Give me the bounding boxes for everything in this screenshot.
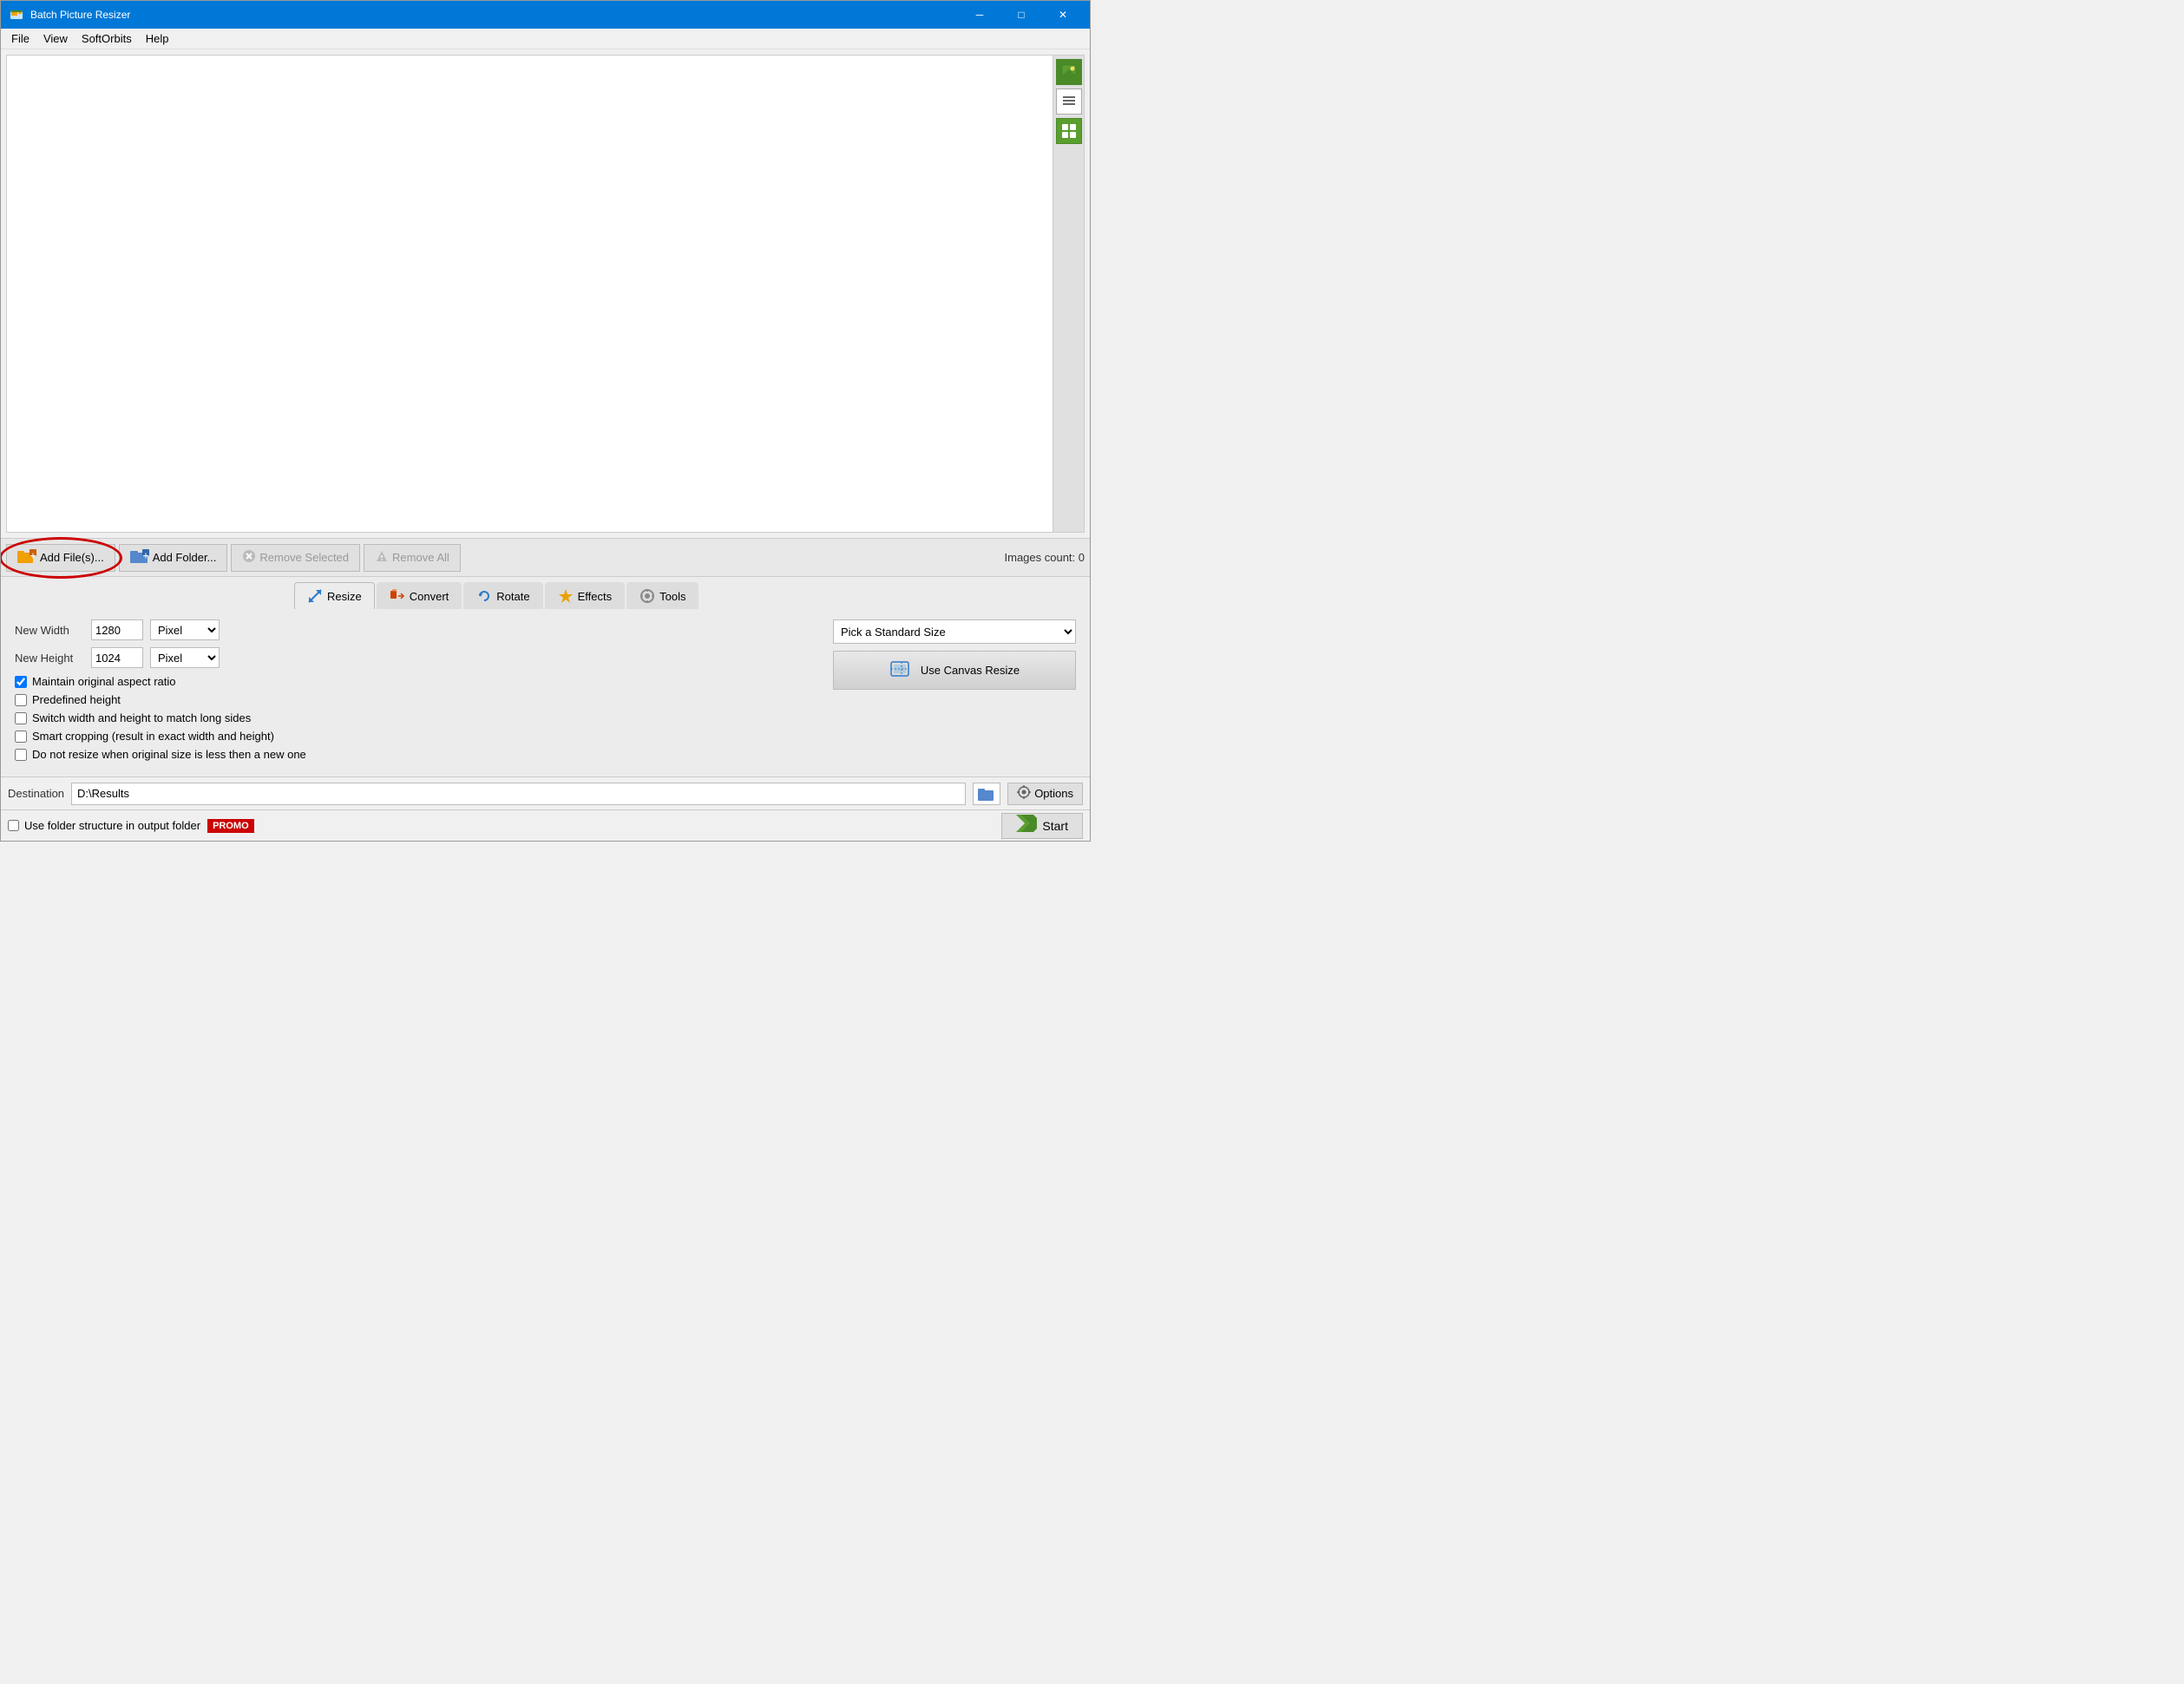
tab-tools[interactable]: Tools — [626, 582, 698, 609]
switch-width-height-checkbox[interactable] — [15, 712, 27, 724]
canvas-resize-icon — [889, 659, 914, 682]
new-height-row: New Height Pixel Percent cm inch — [15, 647, 816, 668]
new-height-label: New Height — [15, 652, 84, 665]
tab-resize[interactable]: Resize — [294, 582, 375, 609]
maintain-aspect-checkbox[interactable] — [15, 676, 27, 688]
folder-structure-row: Use folder structure in output folder — [8, 819, 200, 832]
do-not-resize-label: Do not resize when original size is less… — [32, 748, 306, 761]
tab-resize-label: Resize — [327, 590, 362, 603]
add-files-label: Add File(s)... — [40, 551, 104, 564]
new-width-input[interactable] — [91, 619, 143, 640]
tab-rotate-label: Rotate — [496, 590, 529, 603]
folder-structure-checkbox[interactable] — [8, 820, 19, 831]
start-label: Start — [1042, 819, 1068, 833]
resize-settings-right: Pick a Standard Size 640x480 800x600 102… — [833, 619, 1076, 766]
standard-size-select[interactable]: Pick a Standard Size 640x480 800x600 102… — [833, 619, 1076, 644]
tab-tools-label: Tools — [659, 590, 685, 603]
application-window: Batch Picture Resizer ─ □ ✕ File View So… — [0, 0, 1091, 842]
switch-width-height-row: Switch width and height to match long si… — [15, 711, 816, 724]
destination-label: Destination — [8, 787, 64, 800]
start-arrow-icon — [1016, 815, 1037, 836]
add-folder-button[interactable]: Add Folder... — [119, 544, 228, 572]
tools-tab-icon — [639, 588, 655, 604]
new-width-row: New Width Pixel Percent cm inch — [15, 619, 816, 640]
main-content: Add File(s)... Add Folder... — [1, 49, 1090, 841]
maintain-aspect-row: Maintain original aspect ratio — [15, 675, 816, 688]
smart-cropping-checkbox[interactable] — [15, 731, 27, 743]
remove-selected-button[interactable]: Remove Selected — [231, 544, 360, 572]
side-toolbar — [1053, 56, 1084, 532]
new-width-unit-select[interactable]: Pixel Percent cm inch — [150, 619, 220, 640]
effects-tab-icon — [558, 588, 574, 604]
view-list-button[interactable] — [1056, 88, 1082, 115]
maximize-button[interactable]: □ — [1001, 1, 1041, 29]
window-title: Batch Picture Resizer — [30, 9, 960, 21]
smart-cropping-row: Smart cropping (result in exact width an… — [15, 730, 816, 743]
add-files-icon — [17, 549, 36, 566]
tab-convert[interactable]: Convert — [377, 582, 462, 609]
tabs-header: Resize Convert — [287, 577, 1090, 609]
resize-settings-left: New Width Pixel Percent cm inch New Heig… — [15, 619, 816, 766]
new-height-unit-select[interactable]: Pixel Percent cm inch — [150, 647, 220, 668]
smart-cropping-label: Smart cropping (result in exact width an… — [32, 730, 274, 743]
options-gear-icon — [1017, 785, 1031, 802]
destination-folder-button[interactable] — [973, 783, 1000, 805]
add-files-highlight: Add File(s)... — [6, 544, 115, 572]
resize-tab-icon — [307, 588, 323, 604]
predefined-height-label: Predefined height — [32, 693, 121, 706]
menu-softorbits[interactable]: SoftOrbits — [75, 30, 139, 47]
view-thumbnails-button[interactable] — [1056, 59, 1082, 85]
add-files-button[interactable]: Add File(s)... — [6, 544, 115, 572]
start-button[interactable]: Start — [1001, 813, 1083, 839]
promo-badge: PROMO — [207, 819, 254, 833]
tab-convert-label: Convert — [410, 590, 449, 603]
tabs-panel: Resize Convert — [1, 576, 1090, 609]
remove-all-label: Remove All — [392, 551, 449, 564]
file-list-area — [6, 55, 1085, 533]
predefined-height-checkbox[interactable] — [15, 694, 27, 706]
maintain-aspect-label: Maintain original aspect ratio — [32, 675, 175, 688]
do-not-resize-checkbox[interactable] — [15, 749, 27, 761]
tab-effects[interactable]: Effects — [545, 582, 626, 609]
rotate-tab-icon — [476, 588, 492, 604]
window-controls: ─ □ ✕ — [960, 1, 1083, 29]
tab-effects-label: Effects — [578, 590, 613, 603]
remove-all-icon — [375, 549, 389, 566]
options-label: Options — [1034, 787, 1073, 800]
title-bar: Batch Picture Resizer ─ □ ✕ — [1, 1, 1090, 29]
menu-bar: File View SoftOrbits Help — [1, 29, 1090, 49]
predefined-height-row: Predefined height — [15, 693, 816, 706]
app-icon — [8, 6, 25, 23]
remove-selected-icon — [242, 549, 256, 566]
folder-structure-label: Use folder structure in output folder — [24, 819, 200, 832]
footer-bar: Use folder structure in output folder PR… — [1, 809, 1090, 841]
remove-all-button[interactable]: Remove All — [364, 544, 461, 572]
images-count: Images count: 0 — [1005, 551, 1085, 564]
remove-selected-label: Remove Selected — [259, 551, 349, 564]
canvas-resize-button[interactable]: Use Canvas Resize — [833, 651, 1076, 690]
action-bar: Add File(s)... Add Folder... — [1, 538, 1090, 576]
canvas-resize-label: Use Canvas Resize — [921, 664, 1020, 677]
destination-bar: Destination — [1, 776, 1090, 809]
switch-width-height-label: Switch width and height to match long si… — [32, 711, 251, 724]
add-folder-icon — [130, 549, 149, 566]
close-button[interactable]: ✕ — [1043, 1, 1083, 29]
menu-help[interactable]: Help — [139, 30, 176, 47]
new-width-label: New Width — [15, 624, 84, 637]
tab-rotate[interactable]: Rotate — [463, 582, 542, 609]
file-list-panel[interactable] — [7, 56, 1053, 532]
menu-file[interactable]: File — [4, 30, 36, 47]
convert-tab-icon — [390, 588, 405, 604]
do-not-resize-row: Do not resize when original size is less… — [15, 748, 816, 761]
minimize-button[interactable]: ─ — [960, 1, 1000, 29]
resize-panel: New Width Pixel Percent cm inch New Heig… — [1, 609, 1090, 776]
destination-path-input[interactable] — [71, 783, 966, 805]
options-button[interactable]: Options — [1007, 783, 1083, 805]
menu-view[interactable]: View — [36, 30, 75, 47]
new-height-input[interactable] — [91, 647, 143, 668]
view-grid-button[interactable] — [1056, 118, 1082, 144]
add-folder-label: Add Folder... — [153, 551, 217, 564]
